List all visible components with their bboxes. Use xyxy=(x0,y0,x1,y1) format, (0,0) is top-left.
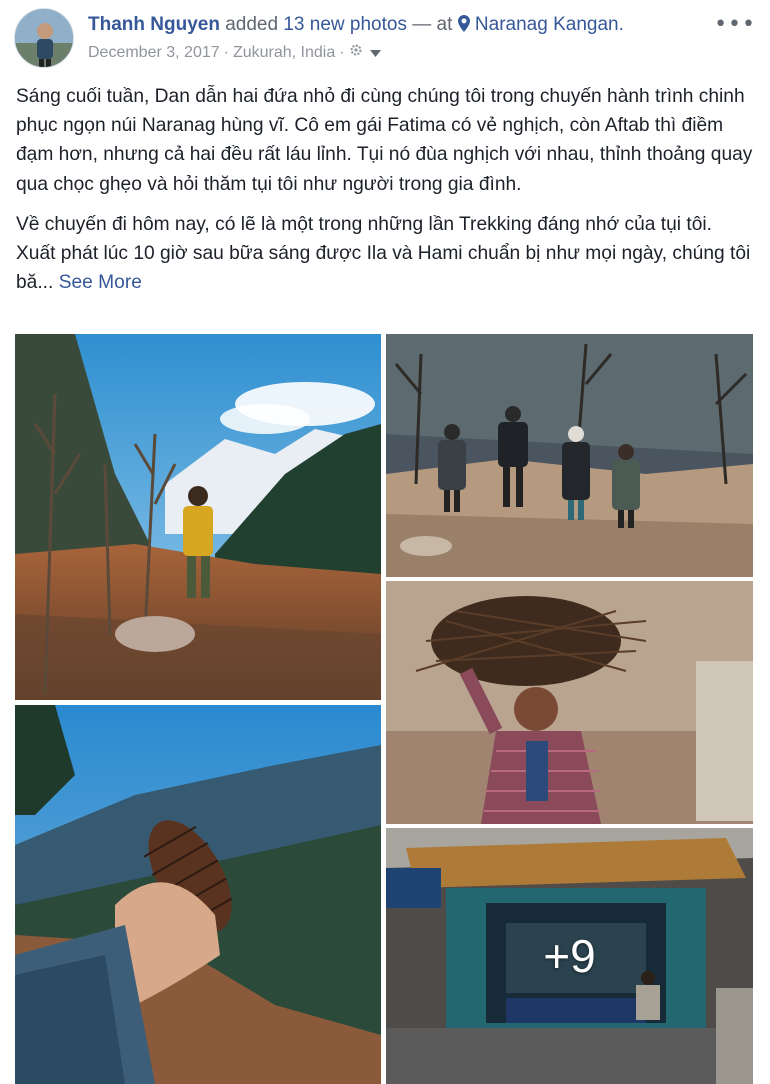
author-name[interactable]: Thanh Nguyen xyxy=(88,14,220,35)
post-paragraph-1: Sáng cuối tuần, Dan dẫn hai đứa nhỏ đi c… xyxy=(16,86,753,195)
photo-woman-firewood[interactable] xyxy=(386,581,753,824)
gear-icon[interactable] xyxy=(349,42,363,64)
photo-storefront-more[interactable]: +9 xyxy=(386,828,753,1084)
photo-pine-cone[interactable] xyxy=(15,705,381,1084)
location-link[interactable]: Naranag Kangan. xyxy=(475,14,624,35)
post-text: Sáng cuối tuần, Dan dẫn hai đứa nhỏ đi c… xyxy=(16,82,756,308)
meta-separator: · xyxy=(223,44,229,61)
post-header: Thanh Nguyen added 13 new photos — at Na… xyxy=(14,8,756,72)
meta-separator: · xyxy=(339,44,345,61)
avatar[interactable] xyxy=(14,8,74,68)
ellipsis-icon[interactable]: ••• xyxy=(714,12,756,37)
post-paragraph-2: Về chuyến đi hôm nay, có lẽ là một trong… xyxy=(16,210,756,298)
post-title-line: Thanh Nguyen added 13 new photos — at Na… xyxy=(88,12,624,40)
photo-group-walking[interactable] xyxy=(386,334,753,577)
post-date[interactable]: December 3, 2017 xyxy=(88,42,220,64)
photo-count-link[interactable]: 13 new photos xyxy=(283,14,407,35)
at-text: — at xyxy=(412,14,453,35)
post-meta: December 3, 2017 · Zukurah, India · xyxy=(88,42,381,64)
caret-down-icon[interactable] xyxy=(369,42,381,64)
see-more-link[interactable]: See More xyxy=(59,272,142,293)
photo-trekker-valley[interactable] xyxy=(15,334,381,700)
added-text: added xyxy=(225,14,279,35)
more-photos-overlay[interactable]: +9 xyxy=(386,828,753,1084)
map-pin-icon xyxy=(457,14,470,40)
post-place[interactable]: Zukurah, India xyxy=(233,42,335,64)
